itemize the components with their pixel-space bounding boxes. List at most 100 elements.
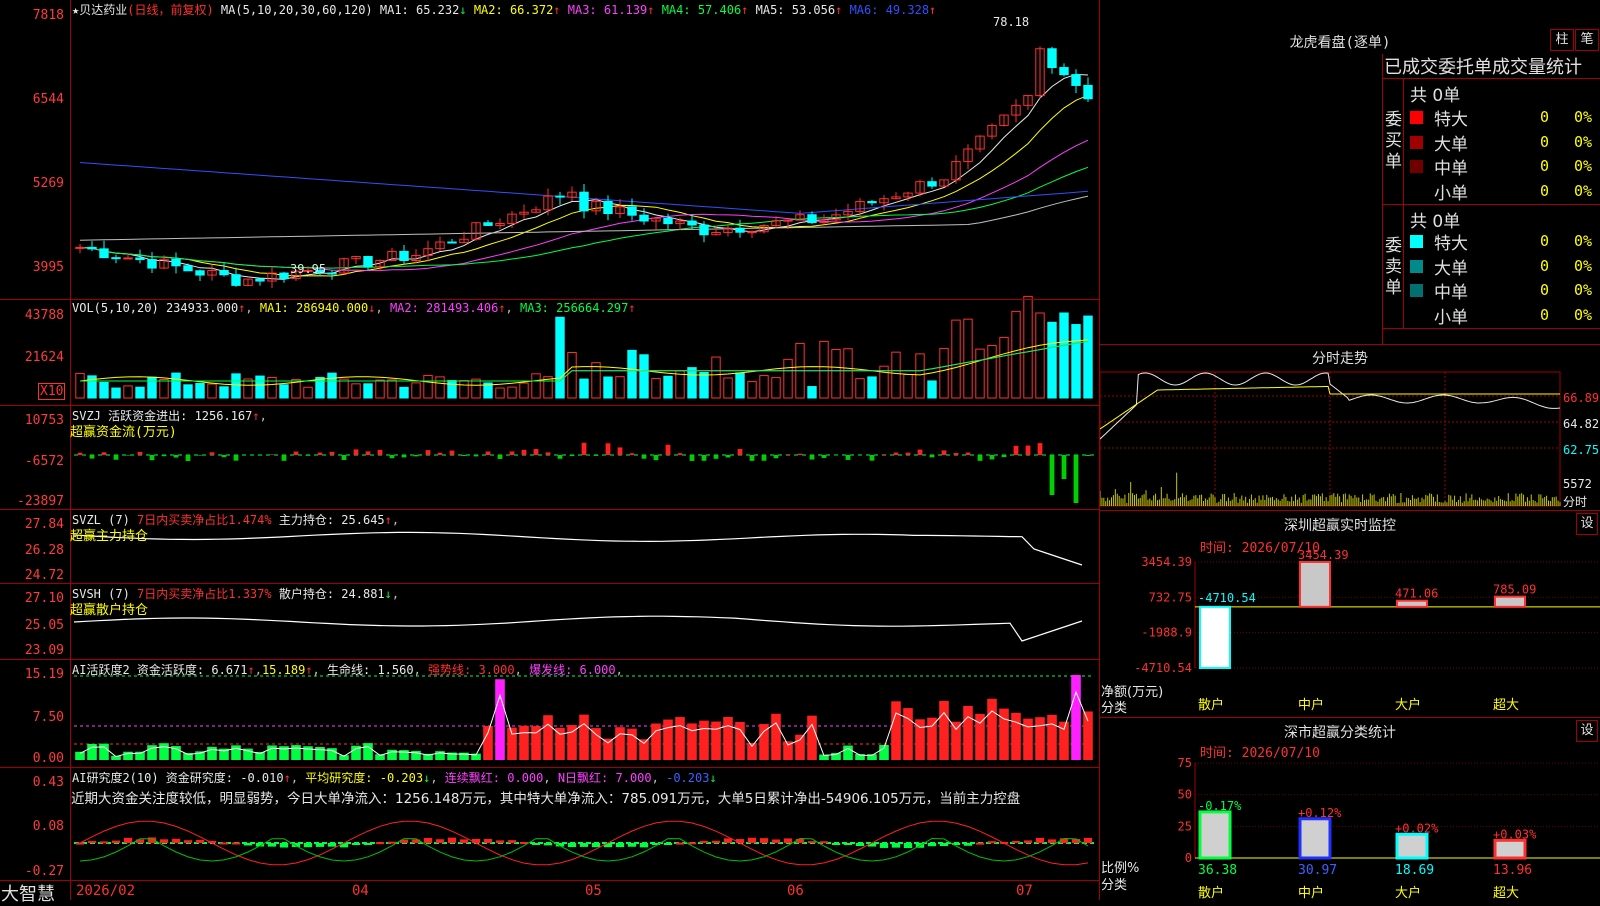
ai1-bar <box>1023 719 1033 760</box>
vol-ma-line <box>80 341 1088 381</box>
ai1-bar <box>1047 715 1057 760</box>
svzj-bar <box>234 455 239 461</box>
ai2-bar <box>892 843 900 848</box>
candle-body <box>124 258 132 259</box>
volume-bar <box>160 379 168 398</box>
volume-bar <box>220 387 228 398</box>
svzj-bar <box>342 455 347 460</box>
svzj-bar <box>714 455 719 459</box>
sell-row-pct: 0% <box>1574 257 1592 275</box>
candle-body <box>1048 49 1056 68</box>
ai1-strong: 强势线: 3.000 <box>428 663 515 677</box>
svzj-bar <box>1050 455 1055 495</box>
svsh-line <box>74 616 1082 641</box>
ai2-bar <box>232 843 240 845</box>
ai1-bar <box>963 706 973 760</box>
monitor-bar <box>1397 601 1427 607</box>
svzl-ytick: 27.84 <box>0 517 64 532</box>
volume-bar <box>532 374 540 398</box>
ai1-bar <box>495 679 505 760</box>
xaxis-label: 05 <box>585 883 602 899</box>
ai2-bar <box>184 840 192 843</box>
volume-bar <box>952 320 960 398</box>
xaxis-label: 07 <box>1016 883 1033 899</box>
ai1-bar <box>87 744 97 760</box>
buy-row-name: 特大 <box>1434 105 1468 130</box>
bar-mode-button[interactable]: 柱 <box>1550 29 1574 51</box>
vol-header: VOL(5,10,20) 234933.000↑, MA1: 286940.00… <box>72 301 636 315</box>
ai1-bar <box>747 743 757 760</box>
ai1-bar <box>939 701 949 760</box>
svzj-bar <box>522 450 527 455</box>
svzj-bar <box>930 455 935 457</box>
volume-bar <box>436 377 444 398</box>
svsh-ytick: 25.05 <box>0 618 64 633</box>
vol-unit-box[interactable]: X10 <box>38 383 65 400</box>
candle-body <box>688 221 696 225</box>
sell-row-name: 小单 <box>1434 303 1468 328</box>
svzj-bar <box>426 450 431 455</box>
svzl-sub: 超赢主力持仓 <box>70 525 148 544</box>
ai1-bar <box>603 739 613 760</box>
ai1-bar <box>675 717 685 760</box>
vol-ma2: MA2: 281493.406 <box>390 301 498 315</box>
classify-value-label: 13.96 <box>1493 863 1532 878</box>
ai1-bar <box>663 720 673 760</box>
candle-body <box>232 275 240 286</box>
ai1-bar <box>1011 713 1021 760</box>
volume-bar <box>112 388 120 398</box>
svzj-bar <box>390 455 395 458</box>
ai2-bar <box>676 843 684 845</box>
ai2-bar <box>1048 839 1056 843</box>
ai2-bar <box>940 843 948 846</box>
ai1-bar <box>159 743 169 760</box>
volume-bar <box>508 387 516 398</box>
ai1-life: 生命线: 1.560 <box>327 663 414 677</box>
main-chart-area[interactable]: ★贝达药业(日线，前复权) MA(5,10,20,30,60,120) MA1:… <box>0 0 1100 900</box>
svzj-bar <box>534 449 539 455</box>
ai1-bar <box>843 746 853 760</box>
volume-bar <box>400 387 408 398</box>
tick-mode-button[interactable]: 笔 <box>1575 29 1599 51</box>
volume-bar <box>976 349 984 398</box>
ai2-bar <box>664 843 672 845</box>
svzj-bar <box>474 455 479 456</box>
monitor-category-label: 散户 <box>1198 697 1224 713</box>
volume-bar <box>928 381 936 398</box>
volume-bar <box>1072 325 1080 398</box>
buy-swatch <box>1410 160 1423 173</box>
ai2-bar <box>508 840 516 843</box>
ai1-bar <box>891 701 901 760</box>
volume-bar <box>856 379 864 398</box>
ma-value-4: MA4: 57.406 <box>654 3 741 17</box>
monitor-bar <box>1200 607 1230 668</box>
svzj-bar <box>738 449 743 455</box>
svzj-bar <box>942 450 947 455</box>
ai1-bar <box>519 726 529 760</box>
ai2-bar <box>616 843 624 847</box>
sell-row-name: 中单 <box>1434 278 1468 303</box>
svzj-bar <box>306 455 311 456</box>
ai2-bar <box>928 843 936 846</box>
svzj-bar <box>510 451 515 455</box>
ai1-bar <box>651 724 661 760</box>
fenshi-avg-line <box>1100 386 1560 429</box>
ai1-ytick: 15.19 <box>0 667 64 682</box>
buy-row-pct: 0% <box>1574 108 1592 126</box>
candle-body <box>364 257 372 267</box>
svzj-bar <box>486 452 491 455</box>
fenshi-chart[interactable] <box>1100 344 1600 510</box>
sell-swatch <box>1410 284 1423 297</box>
classify-ytick: 0 <box>1185 851 1192 865</box>
ai2-bar <box>244 843 252 845</box>
ai2-bar <box>760 838 768 843</box>
sell-side-label: 委卖单 <box>1385 236 1401 299</box>
vol-value: 234933.000 <box>166 301 238 315</box>
svzj-bar <box>366 451 371 455</box>
ai2-bar <box>280 843 288 848</box>
right-panel: 龙虎看盘(逐单) 柱 笔 已成交委托单成交量统计 委买单 委卖单 共 0单 共 … <box>1100 0 1600 900</box>
svzj-bar <box>750 455 755 461</box>
monitor-ylabel2: 分类 <box>1101 697 1127 716</box>
candle-body <box>808 215 816 223</box>
classify-ytick: 50 <box>1178 788 1192 802</box>
